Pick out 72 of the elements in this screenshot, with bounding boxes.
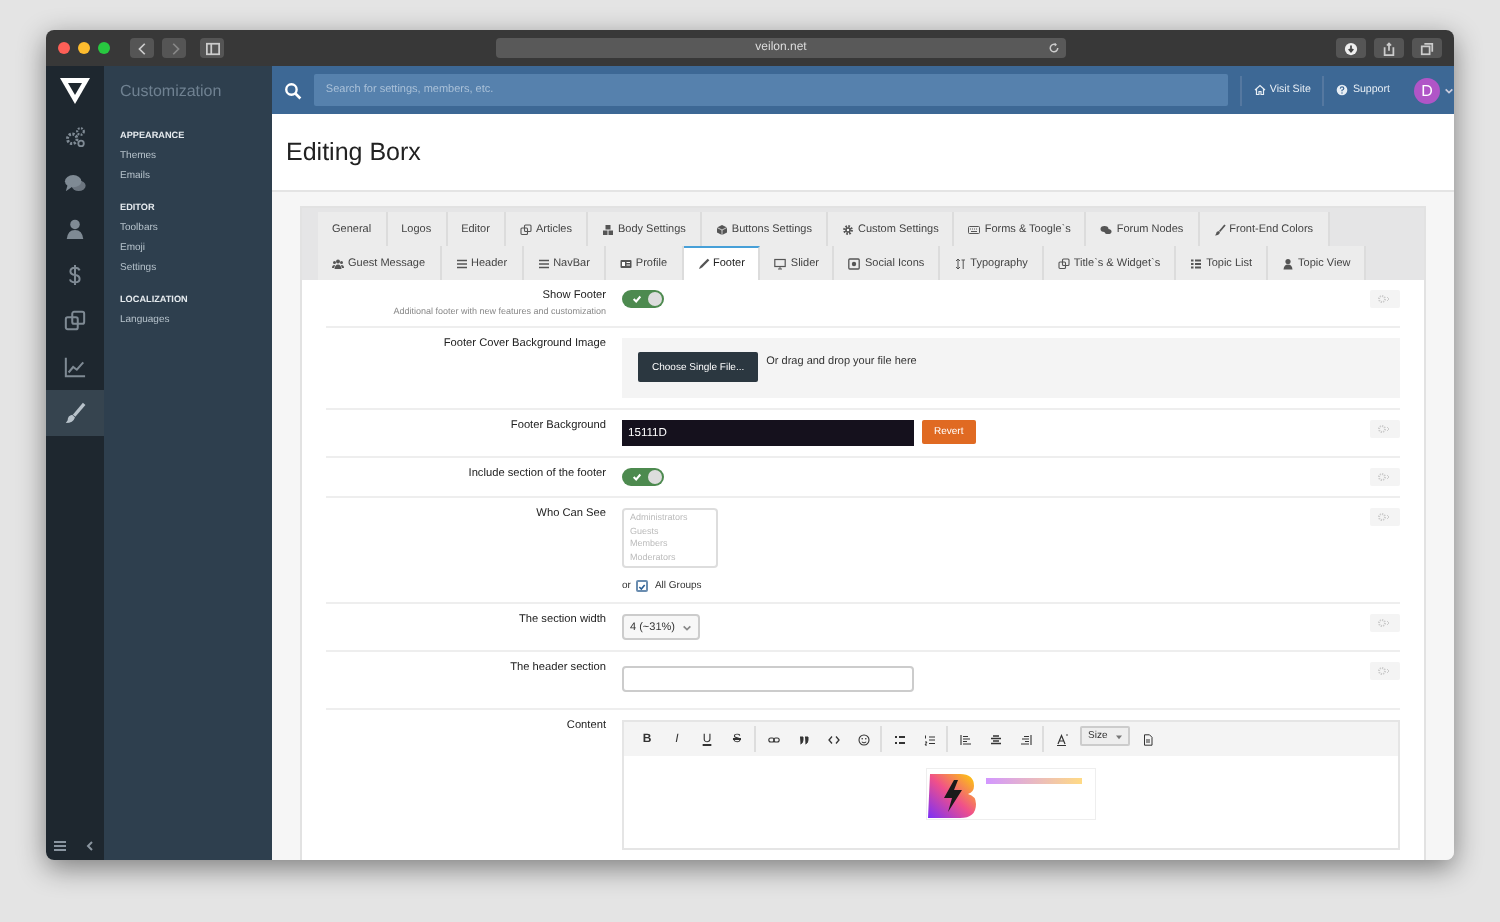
rail-nav-item[interactable]	[46, 390, 104, 436]
download-button[interactable]	[1336, 38, 1366, 58]
pencil-icon	[697, 258, 710, 270]
check-icon	[632, 472, 642, 482]
users-icon	[332, 257, 344, 269]
toggle-switch[interactable]	[622, 468, 664, 486]
reload-icon	[1048, 42, 1060, 54]
link-icon	[767, 733, 779, 745]
collapse-icon	[83, 840, 96, 852]
text-field[interactable]	[622, 666, 914, 692]
page-title: Editing Borx	[286, 138, 421, 166]
clone-icon	[519, 223, 532, 235]
chat-icon	[64, 172, 86, 194]
checkbox[interactable]	[636, 580, 649, 592]
close-button[interactable]	[58, 42, 70, 54]
help-icon	[1336, 84, 1349, 96]
cubes-icon	[601, 223, 614, 235]
section-title: Customization	[120, 81, 222, 99]
user-icon	[1282, 257, 1295, 269]
text-color-icon	[1055, 733, 1067, 745]
user-icon	[64, 218, 86, 240]
tabs-button[interactable]	[1412, 38, 1442, 58]
caret-icon	[1444, 85, 1454, 95]
chart-icon	[64, 356, 86, 378]
monitor-icon	[774, 257, 787, 269]
bulleted-list-icon	[893, 733, 905, 745]
back-button[interactable]	[130, 38, 154, 58]
align-left-icon	[959, 733, 971, 745]
search-icon	[284, 81, 302, 99]
list-icon	[1190, 257, 1203, 269]
forward-button[interactable]	[162, 38, 186, 58]
home-icon	[1253, 84, 1266, 96]
share-icon	[1382, 41, 1396, 55]
check-icon	[638, 581, 647, 591]
text-height-icon	[954, 257, 967, 269]
download-icon	[1344, 41, 1358, 55]
menu-icon	[54, 840, 67, 852]
keyboard-icon	[968, 223, 981, 235]
minimize-button[interactable]	[78, 42, 90, 54]
numbered-list-icon	[923, 733, 935, 745]
caret-icon	[1115, 733, 1122, 739]
bars-icon	[455, 257, 468, 269]
logo-icon	[60, 77, 90, 103]
brush-icon	[64, 402, 86, 424]
back-icon	[135, 41, 149, 55]
share-button[interactable]	[1374, 38, 1404, 58]
clone-icon	[64, 310, 86, 332]
quote-icon	[797, 733, 809, 745]
avatar[interactable]: D	[1414, 77, 1440, 103]
gear-icon	[841, 223, 854, 235]
dollar-icon	[64, 264, 86, 286]
check-icon	[632, 294, 642, 304]
comments-icon	[1100, 223, 1113, 235]
code-icon	[827, 733, 839, 745]
sidebar-button[interactable]	[200, 38, 224, 58]
bars-icon	[537, 257, 550, 269]
caret-icon	[682, 623, 693, 631]
document-icon	[1142, 733, 1155, 745]
toggle-switch[interactable]	[622, 290, 664, 308]
forward-icon	[167, 41, 181, 55]
id-card-icon	[619, 257, 632, 269]
cogs-icon	[64, 126, 86, 148]
sidebar-icon	[205, 41, 219, 55]
brush-icon	[1213, 223, 1226, 235]
smiley-icon	[857, 733, 869, 745]
align-right-icon	[1019, 733, 1031, 745]
tabs-icon	[1420, 41, 1434, 55]
align-center-icon	[989, 733, 1001, 745]
zoom-button[interactable]	[98, 42, 110, 54]
clone-icon	[1057, 257, 1070, 269]
cube-icon	[715, 223, 728, 235]
image-icon	[848, 257, 861, 269]
